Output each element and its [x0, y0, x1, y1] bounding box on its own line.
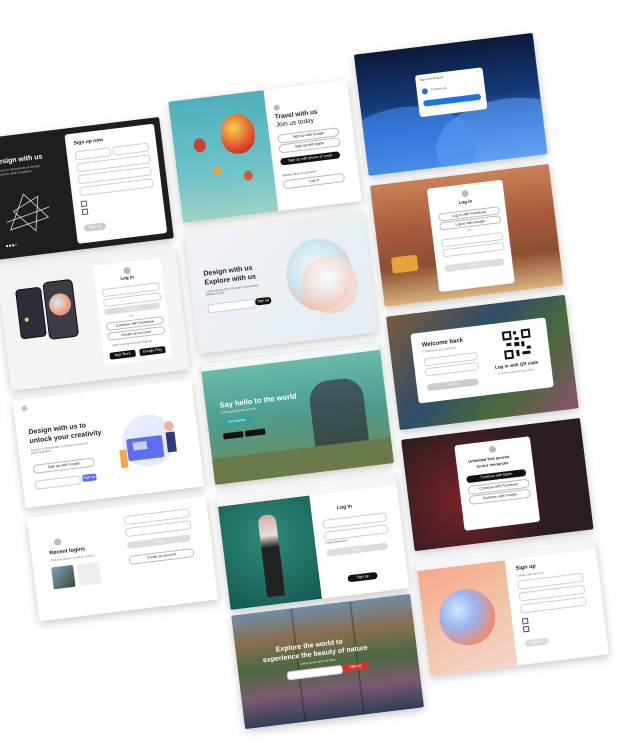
last-name-field[interactable]	[112, 142, 150, 156]
continue-as-label: Continue as	[430, 85, 447, 92]
google-play-badge[interactable]	[244, 428, 266, 437]
card-fashion-login: Log in Forgot password? Log in Sign up	[216, 472, 410, 610]
signup-button[interactable]: Sign up	[524, 637, 550, 648]
login-button[interactable]: Log in	[126, 534, 191, 550]
email-field[interactable]	[34, 475, 82, 490]
phone-light-dot	[24, 317, 29, 322]
fashion-login-title: Log in	[336, 503, 353, 512]
first-name-field[interactable]	[74, 147, 112, 161]
collage-board: Design with us Access to thousands of de…	[0, 0, 628, 740]
or-divider: OR	[466, 227, 472, 233]
fashion-photo	[217, 495, 322, 610]
logo-circle	[53, 538, 62, 546]
google-signup-button[interactable]: Sign up with Google	[32, 457, 96, 474]
add-account-tile[interactable]	[76, 561, 102, 587]
gradient-sphere-small	[47, 292, 73, 317]
login-title: Log in	[120, 274, 135, 281]
avatar	[421, 88, 429, 95]
logo-circle	[488, 445, 497, 454]
phone-mockup-sphere	[42, 278, 80, 341]
qr-code-icon	[500, 327, 535, 361]
signup-form-title: Sign up now	[73, 137, 104, 147]
app-store-badge[interactable]	[223, 431, 244, 440]
card-hello-world: Say hello to the world Lorem ipsum dolor…	[200, 341, 394, 485]
logo-circle	[273, 104, 281, 111]
sphere-art-panel	[417, 560, 518, 677]
card-unlock: Design with us to unlock your creativity…	[12, 379, 205, 509]
logo-circle	[123, 266, 131, 275]
email-field[interactable]	[207, 298, 256, 314]
design-dark-subtitle: Access to thousands of design resources …	[0, 163, 41, 177]
carousel-dots[interactable]: ●●●○	[5, 242, 18, 250]
login-button[interactable]: Log in	[326, 542, 389, 557]
signup-button[interactable]: Sign up	[82, 473, 97, 482]
newsletter-checkbox[interactable]	[522, 625, 530, 633]
signup-question[interactable]: Don't have an account? Sign up	[112, 339, 152, 348]
collage-stage: Design with us Access to thousands of de…	[0, 0, 628, 740]
modal-close-icon[interactable]: ×	[477, 70, 480, 75]
continue-button[interactable]	[422, 93, 482, 107]
app-store-badge[interactable]: App Store	[109, 349, 137, 360]
phone-mockup-dark	[15, 286, 47, 340]
google-play-badge[interactable]: Google Play	[139, 345, 166, 357]
balloon-small	[243, 170, 254, 182]
card-desert-login: Log in Log in with Facebook Log in with …	[369, 163, 564, 307]
terms-checkbox[interactable]	[80, 200, 88, 208]
geometric-line-art	[6, 193, 50, 232]
card-waves: Sign in to Account × Continue as	[353, 32, 548, 176]
get-started-button[interactable]: Get started	[221, 416, 252, 427]
signin-modal: Sign in to Account × Continue as	[414, 67, 488, 118]
card-sphere-signup: Sign up Create your account Sign up	[416, 539, 609, 677]
desert-login-title: Log in	[458, 198, 473, 206]
account-avatar-photo[interactable]	[51, 564, 76, 590]
hello-title: Say hello to the world	[219, 391, 298, 410]
card-recent-logins: Recent logins Click your picture or add …	[26, 496, 219, 622]
signup-button[interactable]: Sign up	[83, 222, 107, 232]
login-panel: Log in Log in with Facebook Log in with …	[426, 179, 515, 293]
card-design-dark: Design with us Access to thousands of de…	[0, 117, 174, 261]
balloon-large	[218, 111, 257, 156]
newsletter-checkbox[interactable]	[81, 208, 89, 216]
logo-circle	[461, 189, 470, 198]
modal-header: Sign in to Account	[419, 75, 444, 82]
gradient-sphere	[436, 585, 499, 649]
card-unlimited: Unlimited free access to our resources C…	[401, 417, 594, 552]
access-modal: Unlimited free access to our resources C…	[454, 436, 541, 531]
qr-subtitle: Scan this code with your phone	[497, 368, 534, 376]
model-figure	[257, 513, 286, 598]
card-travel: Travel with us Join us today Sign up wit…	[168, 79, 362, 223]
signup-form-panel: Sign up now Sign up	[64, 123, 168, 244]
login-button[interactable]: Log in	[444, 258, 505, 273]
signup-button[interactable]: Sign up	[347, 571, 378, 583]
create-account-button[interactable]: Create an account	[128, 547, 195, 565]
vintage-van	[390, 254, 419, 274]
team-illustration	[119, 414, 177, 469]
unlimited-title-line2: to our resources	[476, 460, 509, 469]
balloons-photo	[168, 90, 279, 223]
card-welcome-back: Welcome back Continue to your account Lo…	[386, 294, 579, 430]
balloon-small	[212, 165, 222, 176]
login-panel: Log in Log in OR Continue with Facebook …	[92, 257, 173, 366]
card-phones-login: Log in Log in OR Continue with Facebook …	[0, 248, 190, 392]
login-button[interactable]: Log in	[426, 378, 480, 392]
balloon-small	[192, 137, 207, 153]
terms-checkbox[interactable]	[521, 617, 529, 625]
card-explore-3d: Design with us Explore with us Lorem ips…	[184, 210, 378, 354]
or-divider: OR	[128, 313, 134, 319]
card-explore-world: Explore the world to experience the beau…	[231, 593, 424, 730]
email-signup-button[interactable]: Sign up with phone or email	[279, 151, 341, 166]
forgot-password-link[interactable]: Forgot password?	[325, 538, 348, 545]
signup-button[interactable]: Sign up	[254, 296, 272, 306]
logo-circle	[21, 405, 28, 412]
